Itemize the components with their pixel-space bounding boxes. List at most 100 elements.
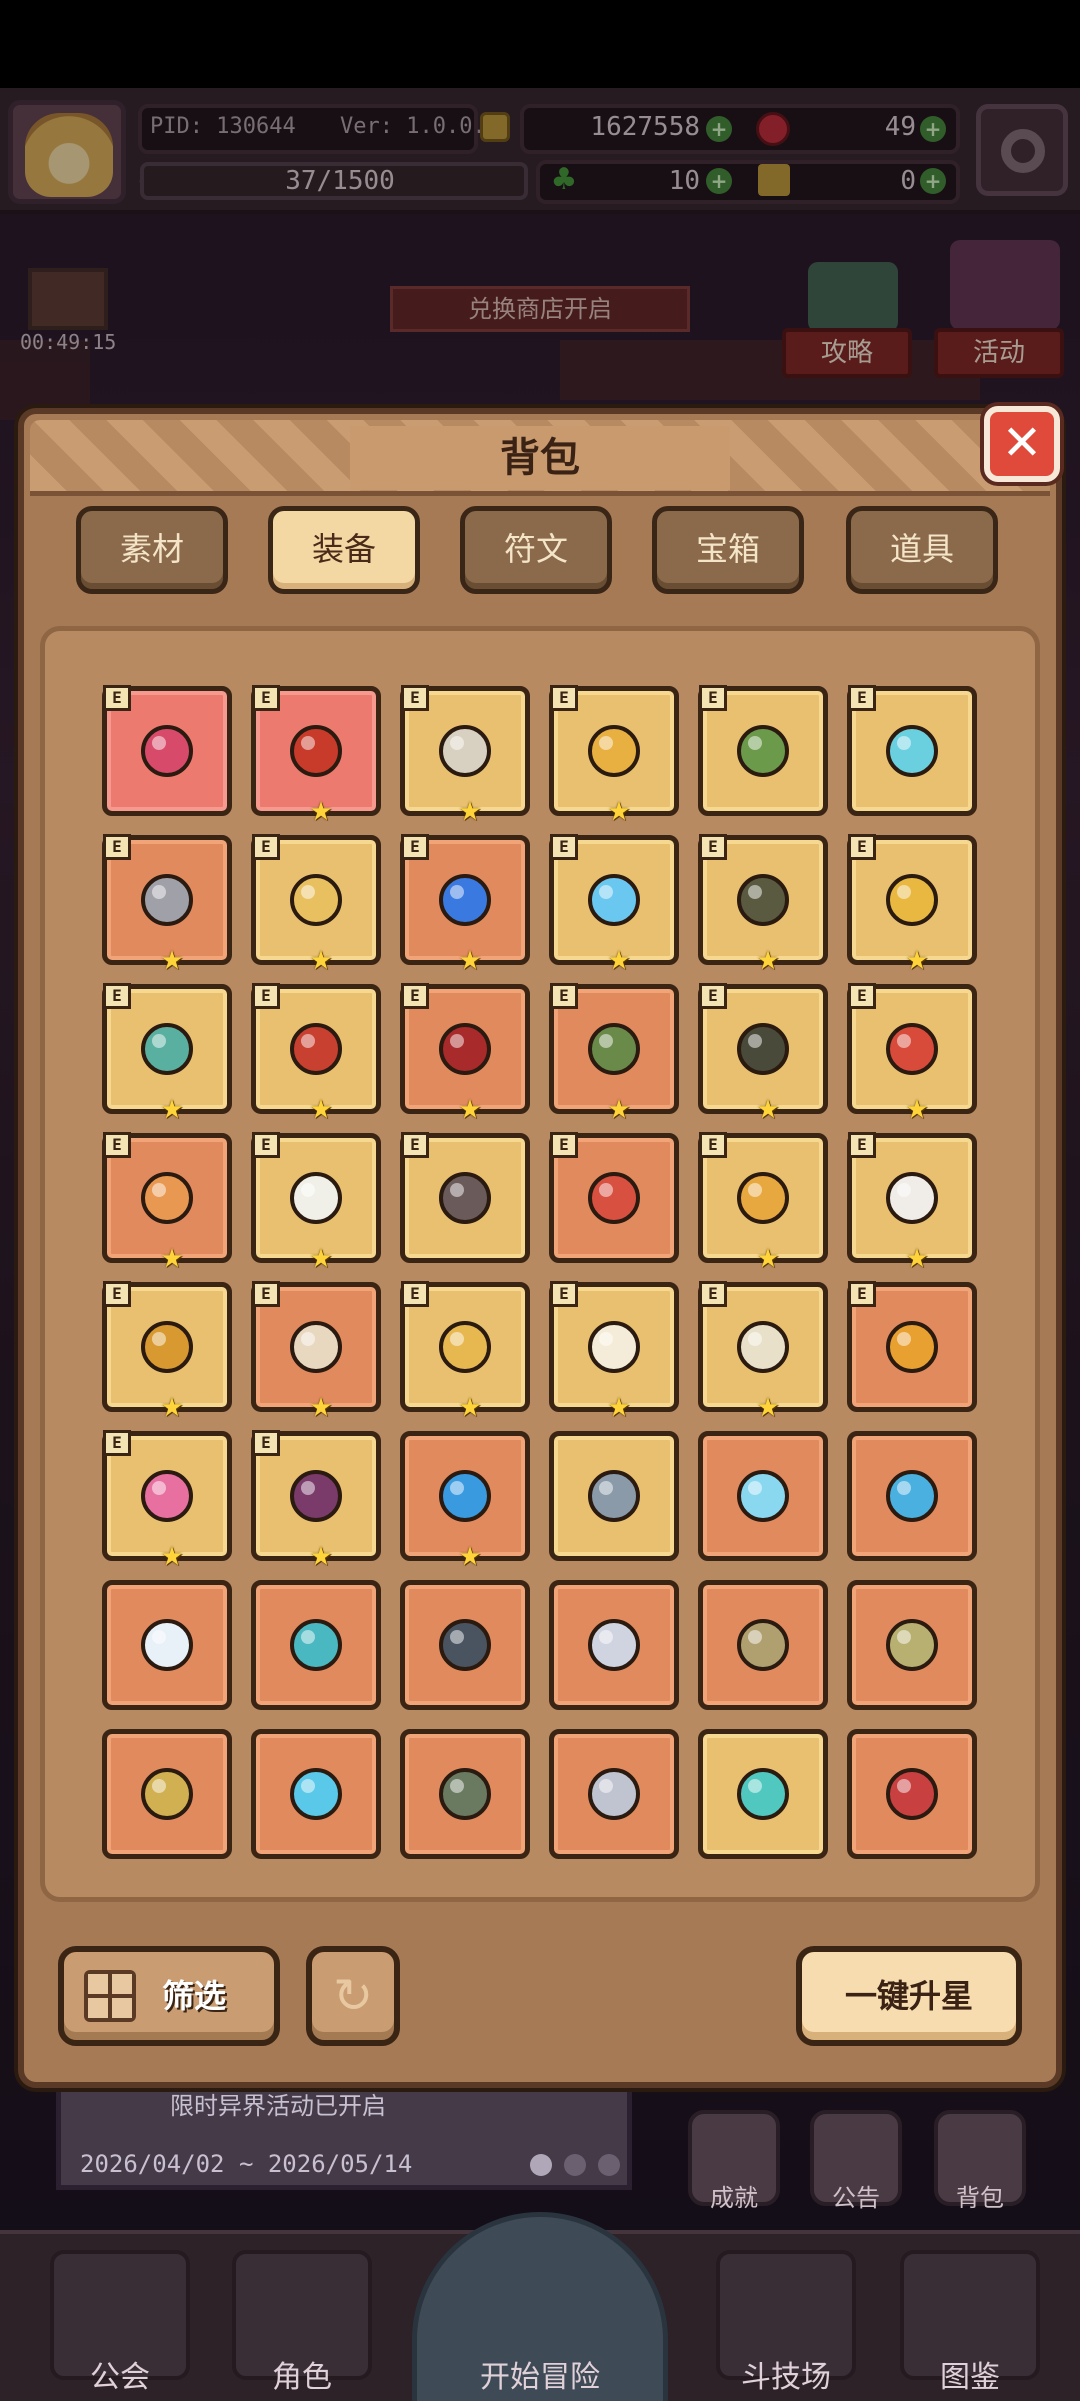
equipment-slot[interactable] — [847, 1729, 977, 1859]
equipment-slot[interactable] — [549, 1431, 679, 1561]
equipment-slot[interactable] — [251, 1729, 381, 1859]
tab-runes[interactable]: 符文 — [460, 506, 612, 594]
gold-ring-icon — [874, 862, 950, 938]
equipment-slot[interactable]: E ★ — [549, 834, 679, 974]
equipment-slot[interactable] — [698, 1431, 828, 1561]
equipment-slot[interactable] — [251, 1580, 381, 1710]
equipped-badge: E — [699, 685, 727, 711]
red-gold-armor-icon — [278, 1011, 354, 1087]
equipment-slot[interactable]: E ★ — [698, 983, 828, 1123]
equipment-slot[interactable] — [102, 1580, 232, 1710]
equipment-slot[interactable] — [102, 1729, 232, 1859]
equipment-slot[interactable]: E — [102, 685, 232, 816]
equipment-slot[interactable]: E ★ — [102, 1430, 232, 1570]
equipment-slot[interactable] — [549, 1580, 679, 1710]
refresh-icon: ↻ — [332, 1968, 374, 2024]
carousel-dot[interactable] — [598, 2154, 620, 2176]
equipment-slot[interactable]: E ★ — [102, 1281, 232, 1421]
equipment-slot[interactable]: E ★ — [400, 983, 530, 1123]
ice-helm-icon — [576, 862, 652, 938]
equipment-slot[interactable]: E — [847, 1281, 977, 1412]
equipment-slot[interactable]: E ★ — [549, 983, 679, 1123]
star-icon: ★ — [607, 1393, 631, 1423]
tab-chests[interactable]: 宝箱 — [652, 506, 804, 594]
equipment-slot[interactable] — [698, 1729, 828, 1859]
equipped-badge: E — [401, 1281, 429, 1307]
equipped-badge: E — [699, 1281, 727, 1307]
sort-refresh-button[interactable]: ↻ — [306, 1946, 400, 2046]
green-gauntlet-icon — [576, 1011, 652, 1087]
equipment-slot[interactable]: E ★ — [251, 1430, 381, 1570]
diamond-necklace-icon — [725, 1309, 801, 1385]
jade-spear-icon — [725, 713, 801, 789]
star-icon: ★ — [458, 1542, 482, 1572]
gold-club-icon — [129, 1756, 205, 1832]
equipment-slot[interactable]: ★ — [400, 1431, 530, 1570]
equipment-slot[interactable]: E ★ — [847, 1132, 977, 1272]
equipment-slot[interactable]: E ★ — [400, 834, 530, 974]
equipment-slot[interactable]: E ★ — [251, 1281, 381, 1421]
filter-button[interactable]: 筛选 — [58, 1946, 280, 2046]
modal-header: 背包 — [30, 420, 1050, 496]
equipment-slot[interactable]: E — [698, 685, 828, 816]
equipment-slot[interactable]: E ★ — [102, 983, 232, 1123]
equipment-slot[interactable] — [400, 1580, 530, 1710]
equipment-slot[interactable]: E — [847, 685, 977, 816]
close-button[interactable]: ✕ — [984, 406, 1060, 482]
equipment-slot[interactable]: E — [549, 1132, 679, 1263]
equipment-slot[interactable]: E ★ — [251, 983, 381, 1123]
equipment-slot[interactable]: E ★ — [400, 685, 530, 825]
star-icon: ★ — [756, 946, 780, 976]
teal-armor-icon — [129, 1011, 205, 1087]
equipped-badge: E — [252, 1430, 280, 1456]
equipment-slot[interactable]: E ★ — [698, 834, 828, 974]
equipment-slot[interactable] — [847, 1431, 977, 1561]
item-grid-panel — [40, 626, 1040, 1902]
ice-hammer-icon — [874, 713, 950, 789]
sun-brooch-icon — [427, 1309, 503, 1385]
equipment-slot[interactable]: E ★ — [102, 834, 232, 974]
equipment-slot[interactable]: E ★ — [847, 983, 977, 1123]
equipment-slot[interactable] — [400, 1729, 530, 1859]
equipment-slot[interactable]: E ★ — [847, 834, 977, 974]
equipment-slot[interactable]: E ★ — [698, 1132, 828, 1272]
equipment-slot[interactable]: E — [400, 1132, 530, 1263]
star-icon: ★ — [905, 946, 929, 976]
equipment-slot[interactable]: E ★ — [251, 834, 381, 974]
tab-items[interactable]: 道具 — [846, 506, 998, 594]
carousel-dot[interactable] — [564, 2154, 586, 2176]
star-icon: ★ — [458, 946, 482, 976]
dark-helmet-icon — [725, 862, 801, 938]
equipment-slot[interactable]: E ★ — [549, 1281, 679, 1421]
carousel-dot[interactable] — [530, 2154, 552, 2176]
equipped-badge: E — [252, 834, 280, 860]
cyan-trident-icon — [278, 1607, 354, 1683]
equipment-slot[interactable] — [549, 1729, 679, 1859]
equipped-badge: E — [848, 1132, 876, 1158]
star-icon: ★ — [458, 1393, 482, 1423]
equipment-slot[interactable]: E ★ — [102, 1132, 232, 1272]
equipment-slot[interactable] — [698, 1580, 828, 1710]
equipment-slot[interactable]: E ★ — [400, 1281, 530, 1421]
tab-materials[interactable]: 素材 — [76, 506, 228, 594]
red-glove-icon — [874, 1011, 950, 1087]
red-helmet-icon — [278, 713, 354, 789]
equipment-slot[interactable]: E ★ — [549, 685, 679, 825]
equipment-slot[interactable]: E ★ — [251, 1132, 381, 1272]
golden-mace-icon — [576, 713, 652, 789]
white-star-icon — [576, 1309, 652, 1385]
star-icon: ★ — [309, 1244, 333, 1274]
achievement-label: 成就 — [710, 2184, 758, 2212]
equipped-badge: E — [103, 685, 131, 711]
tab-equipment[interactable]: 装备 — [268, 506, 420, 594]
equipment-slot[interactable]: E ★ — [698, 1281, 828, 1421]
teal-club-icon — [725, 1756, 801, 1832]
equipped-badge: E — [550, 1281, 578, 1307]
one-click-upstar-button[interactable]: 一键升星 — [796, 1946, 1022, 2046]
equipped-badge: E — [103, 1281, 131, 1307]
equipment-slot[interactable]: E ★ — [251, 685, 381, 825]
star-icon: ★ — [458, 1095, 482, 1125]
filter-label: 筛选 — [162, 1977, 227, 2015]
equipment-slot[interactable] — [847, 1580, 977, 1710]
sapphire-staff-icon — [427, 1458, 503, 1534]
